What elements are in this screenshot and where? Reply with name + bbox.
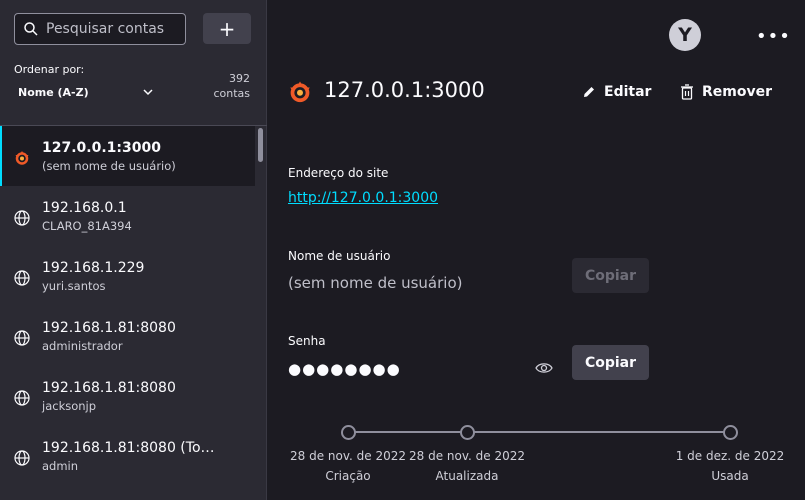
list-item-title: 127.0.0.1:3000 <box>42 140 161 156</box>
sidebar: + Ordenar por: Nome (A-Z) 392 contas 127… <box>0 0 267 500</box>
login-count: 392 contas <box>213 71 250 101</box>
search-input[interactable] <box>44 20 178 38</box>
search-field[interactable] <box>14 13 186 45</box>
sort-label: Ordenar por: <box>14 63 85 76</box>
login-list: 127.0.0.1:3000 (sem nome de usuário) 192… <box>0 126 255 486</box>
remove-button[interactable]: Remover <box>680 84 772 100</box>
globe-icon <box>14 390 30 406</box>
edit-label: Editar <box>604 84 652 100</box>
search-icon <box>24 22 38 36</box>
sort-select[interactable]: Nome (A-Z) <box>18 86 89 99</box>
list-scrollbar[interactable] <box>258 128 263 162</box>
timeline-dot-used <box>723 425 738 440</box>
list-item[interactable]: 192.168.1.81:8080 administrador <box>0 306 255 366</box>
globe-icon <box>14 270 30 286</box>
site-address-label: Endereço do site <box>288 166 389 180</box>
list-item-title: 192.168.1.81:8080 (To… <box>42 440 215 456</box>
timeline-dot-created <box>341 425 356 440</box>
grafana-logo-icon <box>290 81 310 103</box>
timeline-line <box>348 431 730 433</box>
list-item[interactable]: 192.168.1.229 yuri.santos <box>0 246 255 306</box>
remove-label: Remover <box>702 84 773 100</box>
grafana-logo-icon <box>15 151 29 165</box>
list-item-subtitle: jacksonjp <box>42 399 97 413</box>
eye-icon[interactable] <box>535 361 553 375</box>
list-item-title: 192.168.0.1 <box>42 200 127 216</box>
globe-icon <box>14 330 30 346</box>
globe-icon <box>14 450 30 466</box>
page-title: 127.0.0.1:3000 <box>324 78 485 102</box>
password-value: ●●●●●●●● <box>288 360 401 378</box>
list-item-title: 192.168.1.229 <box>42 260 145 276</box>
list-item[interactable]: 127.0.0.1:3000 (sem nome de usuário) <box>0 126 255 186</box>
list-item-subtitle: (sem nome de usuário) <box>42 159 176 173</box>
add-login-button[interactable]: + <box>203 13 251 44</box>
list-item-title: 192.168.1.81:8080 <box>42 320 176 336</box>
updated-label: Atualizada <box>435 469 499 483</box>
list-item-subtitle: CLARO_81A394 <box>42 219 132 233</box>
list-item-subtitle: yuri.santos <box>42 279 106 293</box>
menu-button[interactable]: ••• <box>756 26 791 47</box>
list-item-subtitle: admin <box>42 459 79 473</box>
used-date: 1 de dez. de 2022 <box>675 449 785 463</box>
login-count-number: 392 <box>229 72 250 85</box>
created-label: Criação <box>325 469 371 483</box>
used-label: Usada <box>711 469 749 483</box>
list-item[interactable]: 192.168.1.81:8080 jacksonjp <box>0 366 255 426</box>
updated-date: 28 de nov. de 2022 <box>409 449 525 463</box>
created-date: 28 de nov. de 2022 <box>290 449 406 463</box>
copy-password-button[interactable]: Copiar <box>572 345 649 380</box>
trash-icon <box>681 84 693 100</box>
password-label: Senha <box>288 334 326 348</box>
list-item[interactable]: 192.168.1.81:8080 (To… admin <box>0 426 255 486</box>
edit-button[interactable]: Editar <box>582 84 651 100</box>
chevron-down-icon[interactable] <box>143 88 153 96</box>
username-label: Nome de usuário <box>288 249 391 263</box>
pencil-icon <box>584 87 594 97</box>
login-count-unit: contas <box>213 87 250 100</box>
site-address-link[interactable]: http://127.0.0.1:3000 <box>288 190 438 206</box>
username-value: (sem nome de usuário) <box>288 274 463 292</box>
list-item-title: 192.168.1.81:8080 <box>42 380 176 396</box>
list-item-subtitle: administrador <box>42 339 123 353</box>
avatar[interactable]: Y <box>669 19 701 51</box>
copy-username-button[interactable]: Copiar <box>572 258 649 293</box>
list-item[interactable]: 192.168.0.1 CLARO_81A394 <box>0 186 255 246</box>
timeline-dot-updated <box>460 425 475 440</box>
globe-icon <box>14 210 30 226</box>
